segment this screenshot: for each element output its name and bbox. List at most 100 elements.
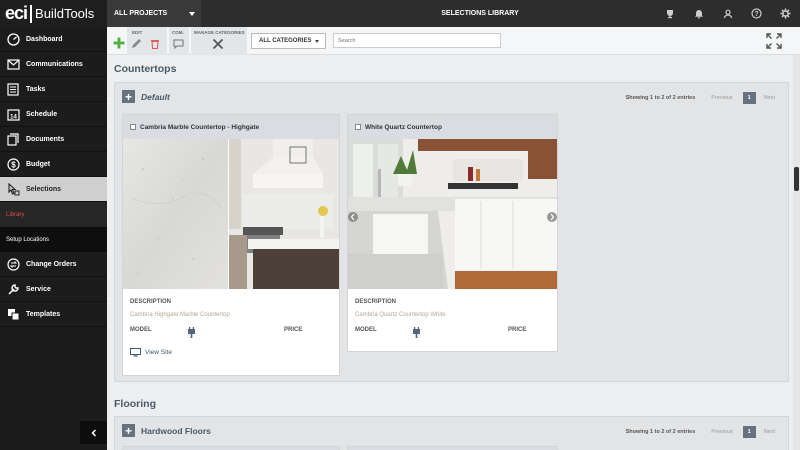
pagination: Showing 1 to 2 of 2 entries Previous 1 N… — [626, 426, 775, 438]
sidebar-item-documents[interactable]: Documents — [0, 127, 107, 152]
manage-categories-button[interactable] — [211, 37, 225, 51]
sidebar-item-change-orders[interactable]: Change Orders — [0, 252, 107, 277]
next-page-button[interactable]: Next — [764, 429, 775, 435]
bell-icon[interactable] — [684, 0, 713, 27]
description-value: Cambria Quartz Countertop White — [355, 312, 446, 318]
select-checkbox[interactable] — [355, 124, 361, 130]
trophy-icon[interactable] — [655, 0, 684, 27]
view-site-link[interactable]: View Site — [130, 348, 172, 357]
sidebar-subitem-setup-locations[interactable]: Setup Locations — [0, 227, 107, 252]
expand-icon — [766, 33, 782, 49]
selection-card[interactable]: Cambria Marble Countertop - Highgate DES… — [122, 114, 340, 376]
model-label: MODEL — [130, 327, 152, 333]
current-page-button[interactable]: 1 — [742, 92, 756, 104]
scrollbar-thumb[interactable] — [794, 167, 799, 191]
com-group-label: COM. — [172, 30, 184, 35]
sidebar-item-label: Service — [26, 285, 51, 293]
description-value: Cambria Highgate Marble Countertop — [130, 312, 230, 318]
monitor-icon — [130, 348, 141, 357]
vertical-scrollbar[interactable] — [793, 55, 800, 450]
selection-group-hardwood-floors: + Hardwood Floors Showing 1 to 2 of 2 en… — [114, 416, 789, 450]
plus-icon: + — [124, 89, 132, 104]
top-icon-bar: ? — [655, 0, 800, 27]
plug-icon — [412, 325, 421, 343]
toolbar: EDIT COM. MANAGE CATEGORIES ALL CATEGORI… — [107, 27, 800, 55]
dollar-icon: $ — [6, 157, 20, 171]
description-label: DESCRIPTION — [355, 299, 397, 305]
project-selector[interactable]: ALL PROJECTS — [107, 0, 201, 27]
chevron-down-icon — [315, 40, 319, 43]
previous-page-button[interactable]: Previous — [711, 429, 732, 435]
price-label: PRICE — [284, 327, 303, 333]
selection-card[interactable]: White Quartz Countertop DESCRIPTION Camb… — [347, 114, 558, 352]
selection-card[interactable] — [347, 446, 558, 450]
plug-icon — [187, 325, 196, 343]
plus-icon — [113, 37, 124, 48]
model-label: MODEL — [355, 327, 377, 333]
add-item-button[interactable]: + — [122, 90, 135, 103]
change-order-icon — [6, 257, 20, 271]
card-title: White Quartz Countertop — [365, 123, 442, 131]
brand-logo[interactable]: eci BuildTools — [0, 0, 107, 27]
previous-page-button[interactable]: Previous — [711, 95, 732, 101]
current-page-button[interactable]: 1 — [742, 426, 756, 438]
svg-text:14: 14 — [10, 114, 17, 120]
edit-group: EDIT — [127, 27, 167, 55]
chevron-left-icon — [90, 428, 96, 437]
selection-group-default: + Default Showing 1 to 2 of 2 entries Pr… — [114, 82, 789, 382]
selections-icon — [6, 182, 20, 196]
category-select[interactable]: ALL CATEGORIES — [251, 33, 326, 49]
user-icon[interactable] — [713, 0, 742, 27]
sidebar-item-communications[interactable]: Communications — [0, 52, 107, 77]
manage-categories-group: MANAGE CATEGORIES — [191, 27, 247, 55]
select-checkbox[interactable] — [130, 124, 136, 130]
sidebar-item-schedule[interactable]: 14 Schedule — [0, 102, 107, 127]
sidebar-item-selections[interactable]: Selections — [0, 177, 107, 202]
pagination: Showing 1 to 2 of 2 entries Previous 1 N… — [626, 92, 775, 104]
group-name: Default — [141, 91, 170, 102]
entries-count: Showing 1 to 2 of 2 entries — [625, 95, 696, 101]
sidebar-subitem-library[interactable]: Library — [0, 202, 107, 227]
main-content: Countertops + Default Showing 1 to 2 of … — [107, 55, 793, 450]
next-page-button[interactable]: Next — [764, 95, 775, 101]
comment-icon — [173, 38, 184, 49]
delete-button[interactable] — [148, 37, 161, 50]
edit-group-label: EDIT — [132, 30, 143, 35]
collapse-sidebar-button[interactable] — [80, 421, 107, 444]
wrench-icon — [6, 282, 20, 296]
card-header: Cambria Marble Countertop - Highgate — [123, 115, 339, 139]
sidebar-item-label: Change Orders — [26, 260, 77, 268]
category-select-value: ALL CATEGORIES — [259, 38, 312, 44]
top-bar: eci BuildTools ALL PROJECTS SELECTIONS L… — [0, 0, 800, 27]
sidebar-item-label: Budget — [26, 160, 51, 168]
section-title-countertops: Countertops — [114, 63, 177, 75]
document-icon — [6, 132, 20, 146]
svg-text:?: ? — [754, 11, 758, 18]
card-title: Cambria Marble Countertop - Highgate — [140, 123, 260, 131]
comment-button[interactable] — [172, 37, 185, 50]
sidebar-item-templates[interactable]: Templates — [0, 302, 107, 327]
section-title-flooring: Flooring — [114, 398, 156, 410]
checklist-icon — [6, 82, 20, 96]
plus-icon: + — [124, 423, 132, 438]
dashboard-icon — [6, 32, 20, 46]
sidebar-item-label: Documents — [26, 135, 65, 143]
gear-icon[interactable] — [771, 0, 800, 27]
add-selection-button[interactable] — [112, 36, 125, 49]
sidebar-item-label: Tasks — [26, 85, 46, 93]
fullscreen-button[interactable] — [766, 33, 782, 49]
help-icon[interactable]: ? — [742, 0, 771, 27]
brand-divider — [30, 4, 33, 23]
search-input[interactable] — [333, 33, 501, 48]
sidebar-item-dashboard[interactable]: Dashboard — [0, 27, 107, 52]
sidebar-item-label: Selections — [26, 185, 62, 193]
sidebar-item-service[interactable]: Service — [0, 277, 107, 302]
selection-card[interactable] — [122, 446, 340, 450]
sidebar-item-label: Dashboard — [26, 35, 63, 43]
edit-button[interactable] — [130, 37, 143, 50]
sidebar-item-budget[interactable]: $ Budget — [0, 152, 107, 177]
svg-text:$: $ — [11, 160, 16, 169]
sidebar-item-tasks[interactable]: Tasks — [0, 77, 107, 102]
add-item-button[interactable]: + — [122, 424, 135, 437]
calendar-icon: 14 — [6, 107, 20, 121]
